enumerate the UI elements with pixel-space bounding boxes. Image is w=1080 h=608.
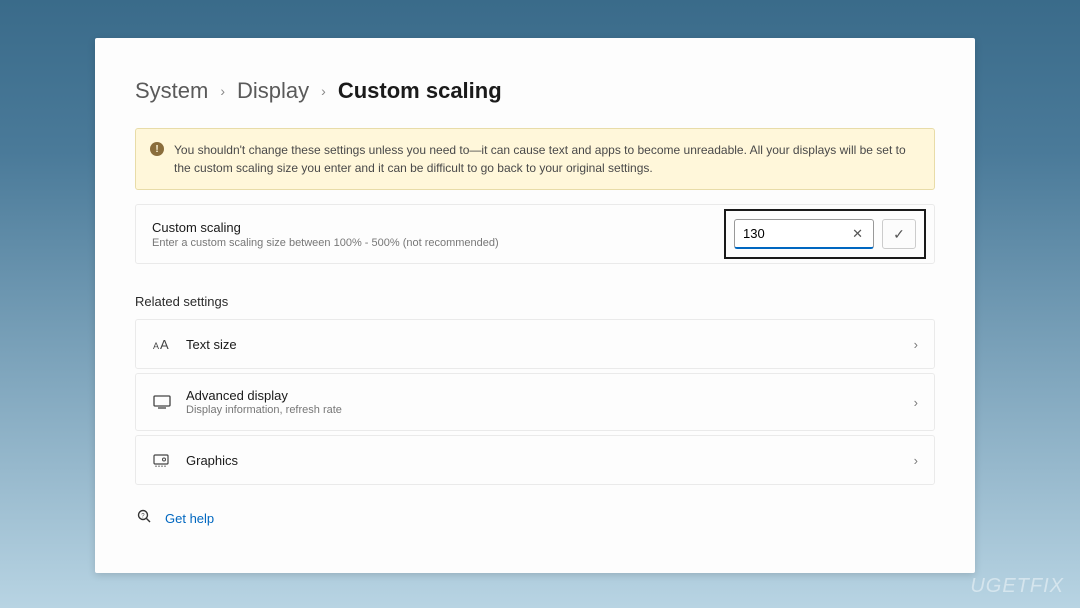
warning-text: You shouldn't change these settings unle… [174, 141, 920, 177]
chevron-right-icon: › [914, 395, 918, 410]
custom-scaling-input-area: ✕ ✓ [724, 209, 926, 259]
graphics-icon [152, 450, 172, 470]
breadcrumb: System › Display › Custom scaling [135, 78, 935, 104]
check-icon: ✓ [893, 226, 905, 243]
scale-input[interactable] [743, 226, 850, 241]
related-settings-label: Related settings [135, 294, 935, 309]
chevron-right-icon: › [914, 453, 918, 468]
svg-text:A: A [153, 341, 159, 351]
row-subtitle: Display information, refresh rate [186, 404, 900, 416]
graphics-row[interactable]: Graphics › [135, 435, 935, 485]
custom-scaling-info: Custom scaling Enter a custom scaling si… [152, 220, 499, 249]
scale-input-wrapper: ✕ [734, 219, 874, 249]
advanced-display-row[interactable]: Advanced display Display information, re… [135, 373, 935, 431]
custom-scaling-title: Custom scaling [152, 220, 499, 235]
text-size-icon: AA [152, 334, 172, 354]
breadcrumb-display[interactable]: Display [237, 78, 309, 104]
row-title: Text size [186, 337, 900, 352]
settings-window: System › Display › Custom scaling ! You … [95, 38, 975, 573]
chevron-right-icon: › [220, 83, 225, 99]
custom-scaling-subtitle: Enter a custom scaling size between 100%… [152, 237, 499, 249]
help-row: ? Get help [135, 509, 935, 528]
get-help-link[interactable]: Get help [165, 511, 214, 526]
warning-icon: ! [150, 142, 164, 156]
watermark: UGETFIX [970, 575, 1064, 598]
warning-banner: ! You shouldn't change these settings un… [135, 128, 935, 190]
row-title: Graphics [186, 453, 900, 468]
clear-input-icon[interactable]: ✕ [850, 226, 865, 242]
apply-button[interactable]: ✓ [882, 219, 916, 249]
chevron-right-icon: › [914, 337, 918, 352]
row-body: Graphics [186, 453, 900, 468]
text-size-row[interactable]: AA Text size › [135, 319, 935, 369]
row-body: Advanced display Display information, re… [186, 388, 900, 416]
custom-scaling-row: Custom scaling Enter a custom scaling si… [135, 204, 935, 264]
row-body: Text size [186, 337, 900, 352]
monitor-icon [152, 392, 172, 412]
row-title: Advanced display [186, 388, 900, 403]
breadcrumb-current: Custom scaling [338, 78, 502, 104]
svg-text:A: A [160, 337, 169, 351]
breadcrumb-system[interactable]: System [135, 78, 208, 104]
chevron-right-icon: › [321, 83, 326, 99]
help-icon: ? [137, 509, 153, 528]
